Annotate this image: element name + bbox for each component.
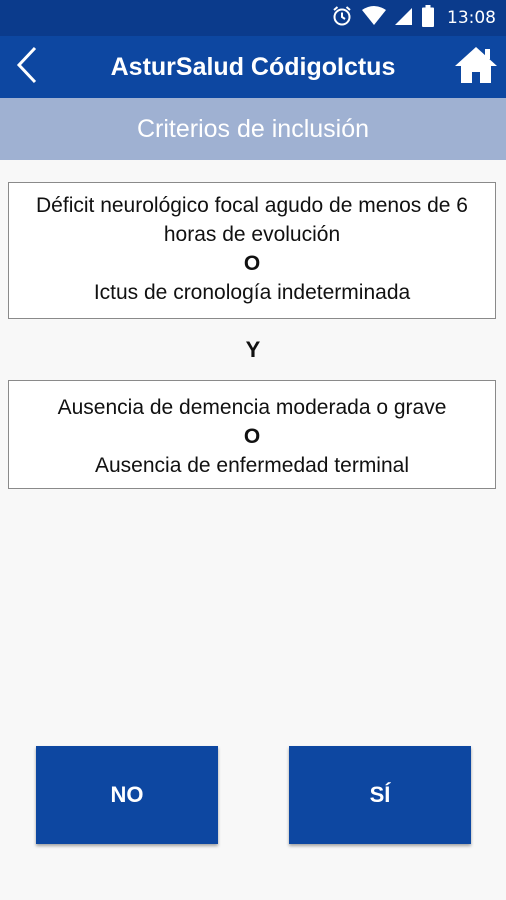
battery-icon xyxy=(422,4,434,32)
criterion-deficit-text: Déficit neurológico focal agudo de menos… xyxy=(36,194,468,246)
app-title: AsturSalud CódigoIctus xyxy=(110,52,396,81)
criteria-box-onset: Déficit neurológico focal agudo de menos… xyxy=(8,182,496,319)
section-header: Criterios de inclusión xyxy=(0,98,506,160)
back-button[interactable] xyxy=(4,42,48,92)
status-bar: 13:08 xyxy=(0,0,506,36)
status-time: 13:08 xyxy=(447,8,496,28)
section-title: Criterios de inclusión xyxy=(136,114,370,143)
app-bar: AsturSalud CódigoIctus xyxy=(0,36,506,98)
home-icon xyxy=(453,45,499,90)
and-separator: Y xyxy=(245,337,261,362)
status-icons: 13:08 xyxy=(331,0,496,36)
no-button[interactable]: NO xyxy=(36,746,218,844)
signal-icon xyxy=(395,6,413,31)
or-separator: O xyxy=(243,425,261,448)
home-button[interactable] xyxy=(450,40,502,94)
criterion-terminal-text: Ausencia de enfermedad terminal xyxy=(94,454,409,477)
alarm-icon xyxy=(331,5,353,32)
criteria-box-exclusions: Ausencia de demencia moderada o grave O … xyxy=(8,380,496,489)
criterion-indeterminate-text: Ictus de cronología indeterminada xyxy=(93,281,411,304)
criterion-dementia-text: Ausencia de demencia moderada o grave xyxy=(57,396,447,419)
or-separator: O xyxy=(243,252,261,275)
wifi-icon xyxy=(362,5,386,31)
yes-button[interactable]: SÍ xyxy=(289,746,471,844)
chevron-left-icon xyxy=(13,45,39,90)
